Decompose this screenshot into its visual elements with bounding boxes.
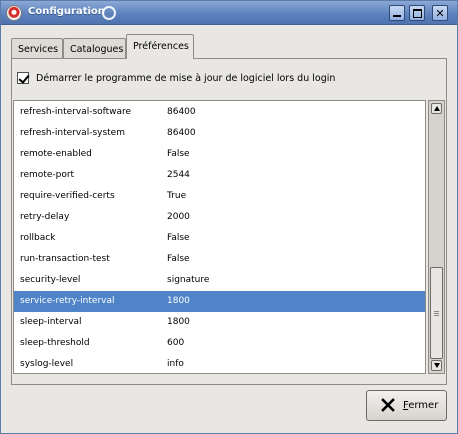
preference-key: sleep-threshold xyxy=(20,338,90,348)
preference-key: run-transaction-test xyxy=(20,254,110,264)
list-row[interactable]: remote-port 2544 xyxy=(14,165,425,186)
list-row[interactable]: require-verified-certs True xyxy=(14,186,425,207)
app-icon xyxy=(6,5,22,21)
maximize-icon xyxy=(412,8,422,18)
list-row[interactable]: refresh-interval-software 86400 xyxy=(14,102,425,123)
preferences-list[interactable]: refresh-interval-software 86400 refresh-in… xyxy=(13,100,426,374)
preference-key: require-verified-certs xyxy=(20,191,115,201)
preference-key: remote-port xyxy=(20,170,75,180)
close-icon: ✕ xyxy=(435,6,445,20)
preferences-panel: Démarrer le programme de mise à jour de … xyxy=(11,58,447,385)
preference-value: 86400 xyxy=(167,128,196,138)
preference-value: 1800 xyxy=(167,296,190,306)
preference-value: False xyxy=(167,254,190,264)
preference-value: signature xyxy=(167,275,210,285)
tab-catalogues[interactable]: Catalogues xyxy=(63,38,126,59)
tab-preferences[interactable]: Préférences xyxy=(126,34,194,59)
preference-value: 600 xyxy=(167,338,185,348)
start-updater-label[interactable]: Démarrer le programme de mise à jour de … xyxy=(36,73,335,84)
close-button-label: Fermer xyxy=(403,400,439,411)
preference-value: 2544 xyxy=(167,170,190,180)
scroll-down-arrow-icon[interactable] xyxy=(431,360,442,371)
preference-value: 86400 xyxy=(167,107,196,117)
preference-key: syslog-level xyxy=(20,359,74,369)
list-row[interactable]: sleep-interval 1800 xyxy=(14,312,425,333)
preference-key: rollback xyxy=(20,233,56,243)
list-row[interactable]: refresh-interval-system 86400 xyxy=(14,123,425,144)
list-row[interactable]: rollback False xyxy=(14,228,425,249)
configuration-window: Configuration ✕ Services Catalogues Préf… xyxy=(0,0,458,434)
list-row[interactable]: sleep-threshold 600 xyxy=(14,333,425,354)
list-row[interactable]: service-retry-interval 1800 xyxy=(14,291,425,312)
preference-value: False xyxy=(167,233,190,243)
minimize-icon xyxy=(393,15,401,17)
preference-key: remote-enabled xyxy=(20,149,92,159)
preference-key: service-retry-interval xyxy=(20,296,115,306)
list-row[interactable]: remote-enabled False xyxy=(14,144,425,165)
preference-key: retry-delay xyxy=(20,212,70,222)
close-x-icon xyxy=(381,398,395,412)
scroll-thumb[interactable] xyxy=(430,267,443,359)
list-row[interactable]: retry-delay 2000 xyxy=(14,207,425,228)
preference-key: sleep-interval xyxy=(20,317,82,327)
scroll-up-arrow-icon[interactable] xyxy=(431,103,442,114)
start-updater-checkbox[interactable] xyxy=(17,72,29,84)
preference-value: True xyxy=(167,191,187,201)
list-row[interactable]: run-transaction-test False xyxy=(14,249,425,270)
window-title: Configuration xyxy=(28,6,105,17)
preference-value: 1800 xyxy=(167,317,190,327)
title-bar[interactable]: Configuration ✕ xyxy=(1,1,457,25)
preference-value: info xyxy=(167,359,184,369)
preference-key: security-level xyxy=(20,275,81,285)
tab-services[interactable]: Services xyxy=(11,38,63,59)
list-row[interactable]: security-level signature xyxy=(14,270,425,291)
maximize-button[interactable] xyxy=(409,5,425,21)
list-row[interactable]: syslog-level info xyxy=(14,354,425,373)
minimize-button[interactable] xyxy=(389,5,405,21)
close-button[interactable]: Fermer xyxy=(366,390,447,421)
vertical-scrollbar[interactable] xyxy=(428,100,445,374)
close-window-button[interactable]: ✕ xyxy=(432,5,448,21)
preference-key: refresh-interval-system xyxy=(20,128,125,138)
preference-key: refresh-interval-software xyxy=(20,107,132,117)
swirl-icon xyxy=(102,6,116,20)
preference-value: 2000 xyxy=(167,212,190,222)
preference-value: False xyxy=(167,149,190,159)
